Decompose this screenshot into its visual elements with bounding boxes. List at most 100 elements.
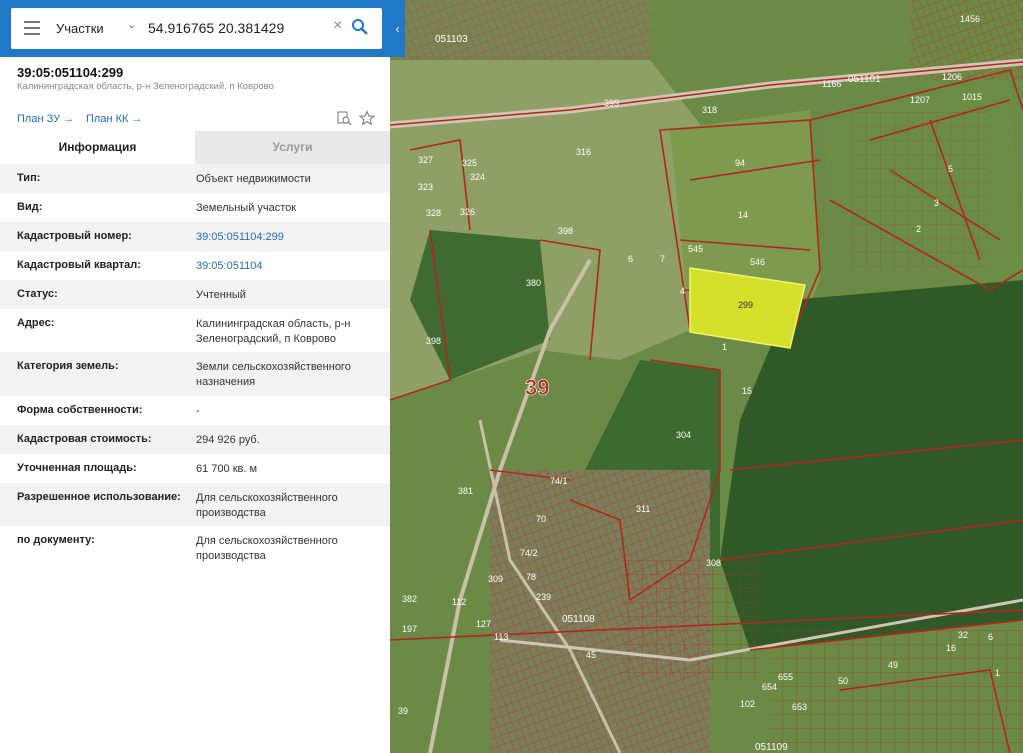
- info-row-value: Для сельскохозяйственного производства: [196, 492, 338, 519]
- info-row: по документу: Для сельскохозяйственного п…: [0, 526, 390, 570]
- parcel-number-label[interactable]: 127: [476, 619, 491, 629]
- parcel-number-label[interactable]: 1207: [910, 95, 930, 105]
- parcel-number-label[interactable]: 1015: [962, 92, 982, 102]
- info-row-value: 61 700 кв. м: [196, 463, 258, 475]
- parcel-number-label[interactable]: 653: [792, 702, 807, 712]
- info-row-value: -: [196, 405, 200, 417]
- parcel-number-label[interactable]: 1: [995, 668, 1000, 678]
- parcel-number-label[interactable]: 1206: [942, 72, 962, 82]
- parcel-number-label[interactable]: 7: [660, 254, 665, 264]
- parcel-number-label[interactable]: 311: [636, 504, 650, 514]
- search-input[interactable]: [148, 18, 328, 38]
- parcel-number-label[interactable]: 15: [742, 386, 752, 396]
- chevron-down-icon[interactable]: ⌄: [127, 18, 139, 34]
- info-row: Кадастровый квартал: 39:05:051104: [0, 251, 390, 280]
- cadastral-map[interactable]: 299 39 051103 051101 051108 051109 1456 1…: [390, 0, 1023, 753]
- parcel-number-label[interactable]: 6: [628, 254, 633, 264]
- parcel-number-label[interactable]: 32: [958, 630, 968, 640]
- parcel-number-label[interactable]: 382: [402, 594, 417, 604]
- parcel-number-label[interactable]: 381: [458, 486, 473, 496]
- parcel-number-label[interactable]: 546: [750, 257, 765, 267]
- selected-parcel-label: 299: [738, 300, 753, 310]
- parcel-number-label[interactable]: 399: [604, 98, 619, 108]
- info-row: Кадастровый номер: 39:05:051104:299: [0, 222, 390, 251]
- close-icon[interactable]: ×: [333, 17, 342, 35]
- parcel-number-label[interactable]: 78: [526, 572, 536, 582]
- collapse-panel-icon[interactable]: ‹: [390, 14, 405, 44]
- parcel-number-label[interactable]: 324: [470, 172, 485, 182]
- info-row-value[interactable]: 39:05:051104: [196, 259, 381, 274]
- parcel-number-label[interactable]: 1: [722, 342, 727, 352]
- parcel-number-label[interactable]: 50: [838, 676, 848, 686]
- quarter-label: 051108: [562, 614, 595, 625]
- parcel-number-label[interactable]: 3: [934, 198, 939, 208]
- info-row-label: по документу:: [17, 534, 95, 546]
- top-bar: Участки ⌄ × ‹: [0, 0, 405, 57]
- info-row-value: Земельный участок: [196, 202, 297, 214]
- parcel-number-label[interactable]: 304: [676, 430, 691, 440]
- info-table: Тип: Объект недвижимости Вид: Земельный уча…: [0, 164, 390, 570]
- parcel-number-label[interactable]: 309: [488, 574, 503, 584]
- info-row-label: Форма собственности:: [17, 404, 143, 416]
- parcel-number-label[interactable]: 316: [576, 147, 591, 157]
- parcel-number-label[interactable]: 14: [738, 210, 748, 220]
- parcel-number-label[interactable]: 325: [462, 158, 477, 168]
- info-row-label: Разрешенное использование:: [17, 491, 181, 503]
- parcel-number-label[interactable]: 113: [494, 632, 508, 642]
- parcel-number-label[interactable]: 239: [536, 592, 551, 602]
- parcel-number-label[interactable]: 398: [426, 336, 441, 346]
- search-icon[interactable]: [351, 18, 369, 36]
- parcel-number-label[interactable]: 380: [526, 278, 541, 288]
- parcel-number-label[interactable]: 45: [586, 650, 596, 660]
- parcel-number-label[interactable]: 112: [452, 597, 466, 607]
- info-row-label: Уточненная площадь:: [17, 462, 137, 474]
- tab-info[interactable]: Информация: [0, 131, 195, 164]
- region-label: 39: [525, 375, 549, 400]
- plan-zu-link[interactable]: План ЗУ →: [17, 113, 74, 125]
- parcel-number-label[interactable]: 328: [426, 208, 441, 218]
- parcel-number-label[interactable]: 545: [688, 244, 703, 254]
- parcel-number-label[interactable]: 49: [888, 660, 898, 670]
- parcel-number: 39:05:051104:299: [17, 65, 124, 80]
- parcel-number-label[interactable]: 39: [398, 706, 408, 716]
- info-row: Адрес: Калининградская область, р-н Зелен…: [0, 309, 390, 352]
- parcel-number-label[interactable]: 74/1: [550, 476, 568, 486]
- parcel-number-label[interactable]: 16: [946, 643, 956, 653]
- info-row: Категория земель: Земли сельскохозяйствен…: [0, 352, 390, 396]
- info-row-value: Для сельскохозяйственного производства: [196, 535, 338, 562]
- parcel-number-label[interactable]: 318: [702, 105, 717, 115]
- parcel-number-label[interactable]: 70: [536, 514, 546, 524]
- parcel-address: Калининградская область, р-н Зеленоградс…: [17, 81, 274, 92]
- parcel-number-label[interactable]: 5: [948, 164, 953, 174]
- info-row-label: Тип:: [17, 172, 41, 184]
- star-icon[interactable]: [359, 110, 375, 126]
- info-row-label: Кадастровый номер:: [17, 230, 132, 242]
- parcel-number-label[interactable]: 4: [680, 286, 685, 296]
- info-row-label: Категория земель:: [17, 360, 119, 372]
- info-row: Кадастровая стоимость: 294 926 руб.: [0, 425, 390, 454]
- parcel-number-label[interactable]: 74/2: [520, 548, 538, 558]
- map-canvas[interactable]: 299 39 051103 051101 051108 051109 14561…: [390, 0, 1023, 753]
- parcel-number-label[interactable]: 94: [735, 158, 745, 168]
- parcel-number-label[interactable]: 655: [778, 672, 793, 682]
- parcel-number-label[interactable]: 398: [558, 226, 573, 236]
- parcel-number-label[interactable]: 2: [916, 224, 921, 234]
- parcel-number-label[interactable]: 326: [460, 207, 475, 217]
- parcel-number-label[interactable]: 323: [418, 182, 433, 192]
- parcel-number-label[interactable]: 102: [740, 699, 755, 709]
- parcel-number-label[interactable]: 1166: [822, 79, 841, 89]
- parcel-number-label[interactable]: 327: [418, 155, 433, 165]
- menu-icon[interactable]: [24, 21, 40, 35]
- tab-services[interactable]: Услуги: [195, 131, 390, 164]
- layer-select-label[interactable]: Участки: [56, 21, 104, 36]
- parcel-number-label[interactable]: 1456: [960, 14, 980, 24]
- parcel-number-label[interactable]: 308: [706, 558, 721, 568]
- quarter-label: 051103: [435, 34, 468, 45]
- info-row: Тип: Объект недвижимости: [0, 164, 390, 193]
- plan-kk-link[interactable]: План КК →: [86, 113, 142, 125]
- parcel-number-label[interactable]: 6: [988, 632, 993, 642]
- parcel-number-label[interactable]: 654: [762, 682, 777, 692]
- parcel-number-label[interactable]: 197: [402, 624, 417, 634]
- info-row-value[interactable]: 39:05:051104:299: [196, 230, 381, 245]
- document-search-icon[interactable]: [336, 110, 352, 126]
